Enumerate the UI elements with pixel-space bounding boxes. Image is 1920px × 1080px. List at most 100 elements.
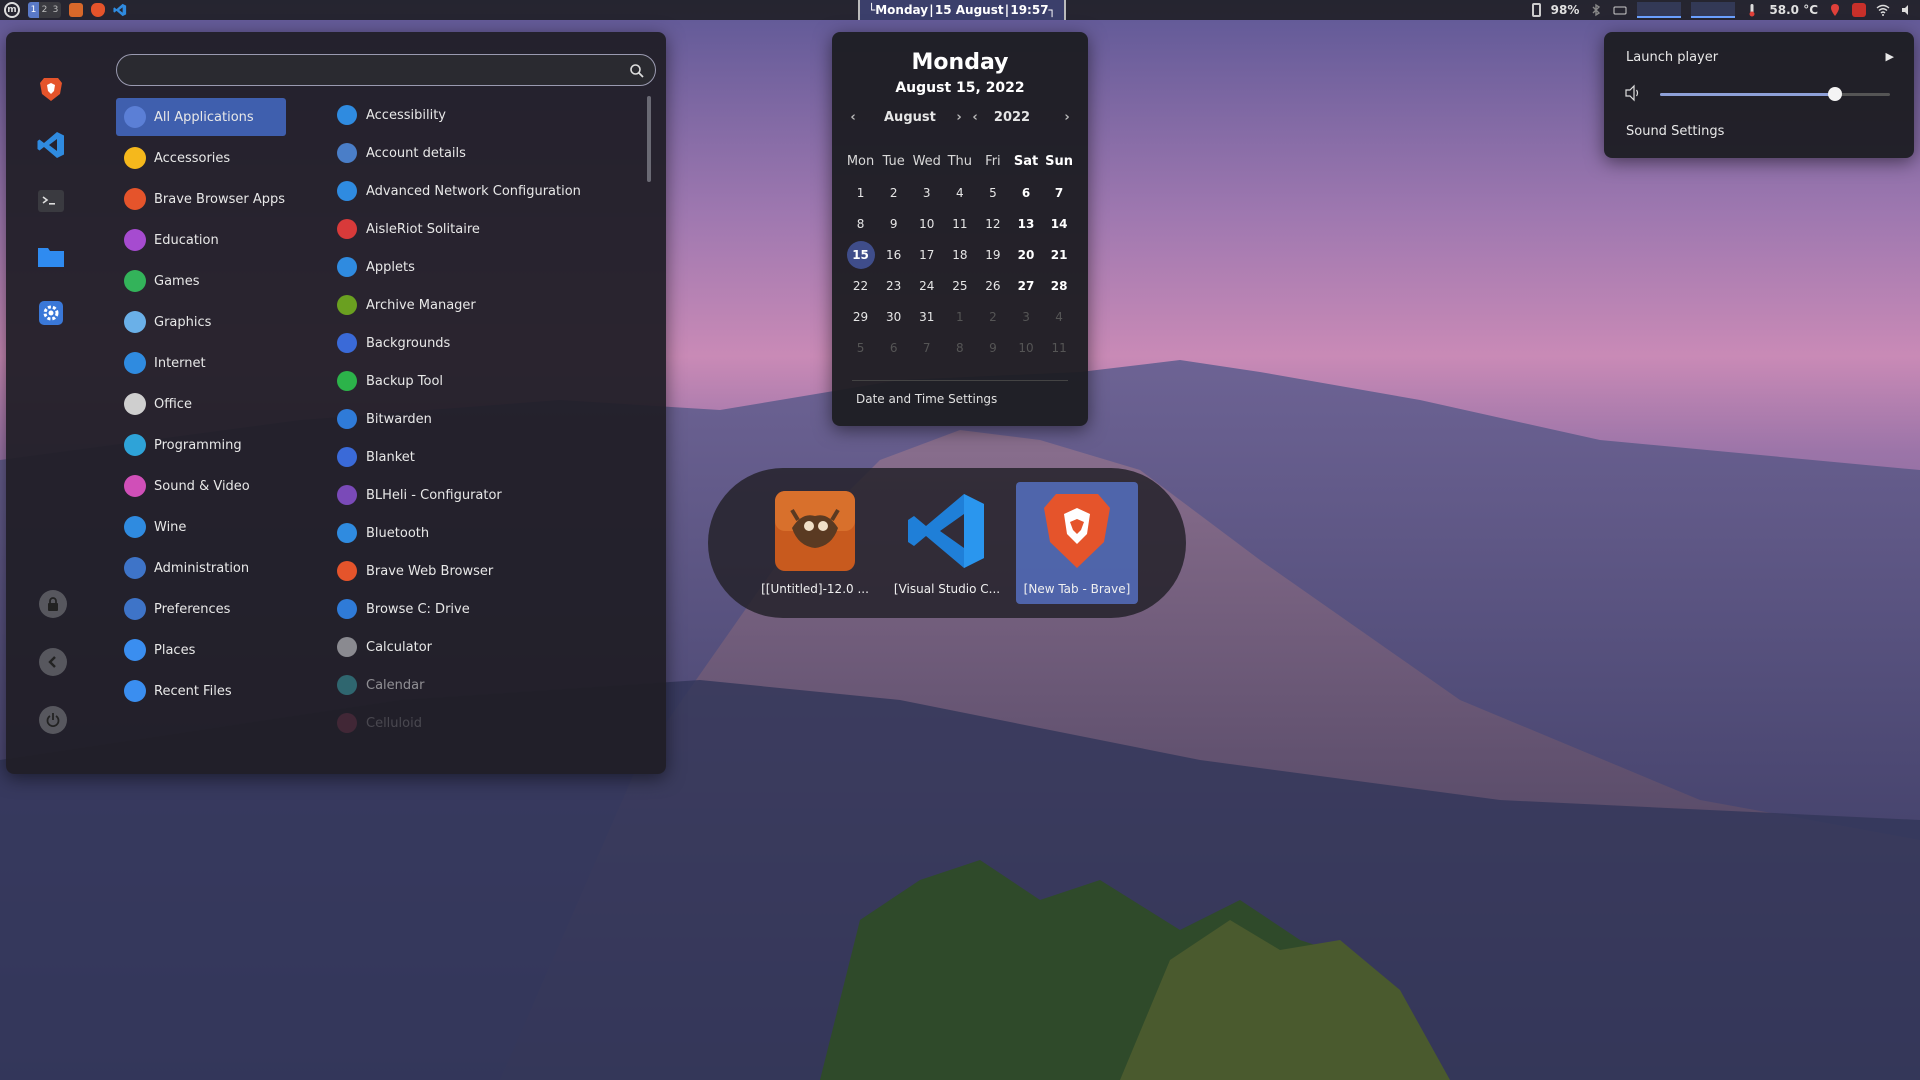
calendar-day[interactable]: 8 [844, 217, 877, 231]
app-item[interactable]: Backgrounds [331, 324, 636, 362]
app-item[interactable]: Browse C: Drive [331, 590, 636, 628]
calendar-day[interactable]: 10 [1009, 341, 1042, 355]
calendar-day[interactable]: 30 [877, 310, 910, 324]
app-item[interactable]: Archive Manager [331, 286, 636, 324]
calendar-day[interactable]: 6 [877, 341, 910, 355]
prev-year-chevron-left-icon[interactable]: ‹ [968, 110, 982, 125]
next-year-chevron-right-icon[interactable]: › [1060, 110, 1074, 125]
calendar-day[interactable]: 17 [910, 248, 943, 262]
calendar-day[interactable]: 10 [910, 217, 943, 231]
calendar-day[interactable]: 6 [1009, 186, 1042, 200]
launch-player-menu[interactable]: Launch player [1626, 50, 1718, 65]
calendar-day[interactable]: 5 [976, 186, 1009, 200]
calendar-day[interactable]: 1 [844, 186, 877, 200]
calendar-day[interactable]: 3 [910, 186, 943, 200]
app-item[interactable]: Calendar [331, 666, 636, 704]
category-item[interactable]: Education [116, 221, 286, 259]
search-input[interactable] [127, 61, 617, 81]
calendar-day[interactable]: 16 [877, 248, 910, 262]
app-item[interactable]: Bluetooth [331, 514, 636, 552]
battery-icon[interactable] [1531, 3, 1541, 17]
calendar-day[interactable]: 11 [1043, 341, 1076, 355]
vscode-taskbar-icon[interactable] [113, 3, 127, 17]
category-item[interactable]: Internet [116, 344, 286, 382]
lock-screen-button[interactable] [39, 590, 67, 618]
calendar-day[interactable]: 14 [1043, 217, 1076, 231]
calendar-day[interactable]: 4 [1043, 310, 1076, 324]
calendar-day[interactable]: 7 [1043, 186, 1076, 200]
panel-clock[interactable]: └Monday | 15 August | 19:57┐ [858, 0, 1066, 20]
search-icon[interactable] [629, 63, 645, 79]
category-item[interactable]: Wine [116, 508, 286, 546]
calendar-day[interactable]: 31 [910, 310, 943, 324]
prev-month-chevron-left-icon[interactable]: ‹ [846, 110, 860, 125]
calendar-day[interactable]: 3 [1009, 310, 1042, 324]
category-item[interactable]: Programming [116, 426, 286, 464]
app-item[interactable]: Blanket [331, 438, 636, 476]
switcher-item-gimp[interactable]: [[Untitled]-12.0 ... [754, 482, 876, 604]
application-list-scrollbar[interactable] [647, 96, 651, 182]
app-item[interactable]: Backup Tool [331, 362, 636, 400]
mint-menu-icon[interactable]: m [4, 2, 20, 18]
app-item[interactable]: Advanced Network Configuration [331, 172, 636, 210]
app-item[interactable]: Account details [331, 134, 636, 172]
calendar-day[interactable]: 2 [877, 186, 910, 200]
calendar-day[interactable]: 7 [910, 341, 943, 355]
favorite-terminal[interactable] [34, 184, 68, 218]
category-item[interactable]: Brave Browser Apps [116, 180, 286, 218]
workspace-switcher[interactable]: 1 2 3 [28, 2, 61, 18]
category-item[interactable]: Games [116, 262, 286, 300]
volume-icon[interactable] [1900, 3, 1914, 17]
next-month-chevron-right-icon[interactable]: › [952, 110, 966, 125]
app-item[interactable]: AisleRiot Solitaire [331, 210, 636, 248]
category-item[interactable]: Preferences [116, 590, 286, 628]
calendar-day[interactable]: 8 [943, 341, 976, 355]
switcher-item-vscode[interactable]: [Visual Studio C... [886, 482, 1008, 604]
search-box[interactable] [116, 54, 656, 86]
calendar-day[interactable]: 5 [844, 341, 877, 355]
category-item[interactable]: Graphics [116, 303, 286, 341]
volume-slider[interactable] [1660, 87, 1890, 101]
wifi-icon[interactable] [1876, 3, 1890, 17]
category-item[interactable]: Places [116, 631, 286, 669]
calendar-day[interactable]: 27 [1009, 279, 1042, 293]
calendar-day[interactable]: 11 [943, 217, 976, 231]
triangle-right-icon[interactable]: ▶ [1886, 50, 1894, 63]
app-item[interactable]: BLHeli - Configurator [331, 476, 636, 514]
shutdown-button[interactable] [39, 706, 67, 734]
calendar-day[interactable]: 9 [976, 341, 1009, 355]
cpu-graph[interactable] [1637, 2, 1682, 18]
calendar-day[interactable]: 19 [976, 248, 1009, 262]
favorite-vscode[interactable] [34, 128, 68, 162]
workspace-1[interactable]: 1 [28, 2, 39, 18]
location-pin-icon[interactable] [1828, 3, 1842, 17]
category-item[interactable]: Sound & Video [116, 467, 286, 505]
category-item[interactable]: Office [116, 385, 286, 423]
calendar-day[interactable]: 29 [844, 310, 877, 324]
calendar-day[interactable]: 25 [943, 279, 976, 293]
date-time-settings-link[interactable]: Date and Time Settings [856, 392, 997, 406]
category-item[interactable]: Accessories [116, 139, 286, 177]
app-item[interactable]: Bitwarden [331, 400, 636, 438]
notification-icon[interactable] [1852, 3, 1866, 17]
app-item[interactable]: Calculator [331, 628, 636, 666]
volume-slider-handle[interactable] [1827, 87, 1842, 101]
category-item[interactable]: All Applications [116, 98, 286, 136]
app-item[interactable]: Applets [331, 248, 636, 286]
calendar-day[interactable]: 2 [976, 310, 1009, 324]
logout-button[interactable] [39, 648, 67, 676]
calendar-day[interactable]: 20 [1009, 248, 1042, 262]
memory-graph[interactable] [1691, 2, 1736, 18]
brave-taskbar-icon[interactable] [91, 3, 105, 17]
favorite-brave[interactable] [34, 72, 68, 106]
bluetooth-icon[interactable] [1589, 3, 1603, 17]
calendar-day[interactable]: 26 [976, 279, 1009, 293]
calendar-day[interactable]: 28 [1043, 279, 1076, 293]
calendar-day[interactable]: 21 [1043, 248, 1076, 262]
calendar-day[interactable]: 22 [844, 279, 877, 293]
calendar-day[interactable]: 23 [877, 279, 910, 293]
calendar-day[interactable]: 24 [910, 279, 943, 293]
calendar-day[interactable]: 9 [877, 217, 910, 231]
calendar-day[interactable]: 13 [1009, 217, 1042, 231]
gimp-taskbar-icon[interactable] [69, 3, 83, 17]
